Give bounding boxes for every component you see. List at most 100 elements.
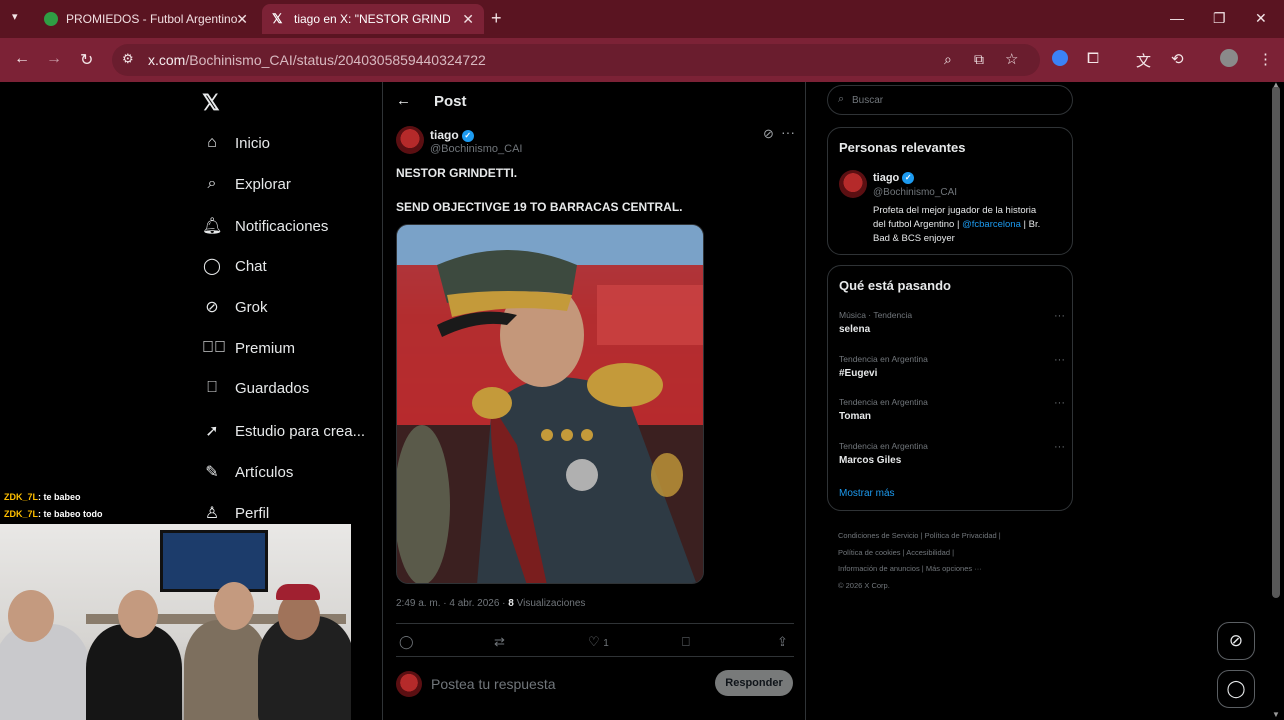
stream-chat-message: ZDK_7L: te babeo	[4, 492, 81, 502]
bookmark-star-icon[interactable]: ☆	[1005, 50, 1018, 68]
grok-floating-button[interactable]: ⊘	[1217, 622, 1255, 660]
grok-explain-icon[interactable]: ⊘	[763, 126, 774, 142]
author-handle[interactable]: @Bochinismo_CAI	[430, 143, 522, 155]
footer-link[interactable]: Política de Privacidad	[925, 531, 997, 540]
relevant-handle[interactable]: @Bochinismo_CAI	[873, 187, 957, 198]
tab-promiedos[interactable]: PROMIEDOS - Futbol Argentino ✕	[34, 4, 258, 34]
search-icon: ⌕	[838, 93, 845, 105]
menu-icon[interactable]: ⋮	[1258, 50, 1273, 68]
scroll-up-icon[interactable]: ▲	[1272, 80, 1280, 89]
close-window-icon[interactable]: ✕	[1255, 10, 1267, 27]
grok-icon: ⊘	[205, 299, 219, 316]
footer-link[interactable]: Más opciones ···	[926, 564, 982, 573]
zoom-icon[interactable]: ⌕	[944, 51, 952, 68]
nav-item-explorar[interactable]: ⌕ Explorar	[202, 175, 291, 193]
trend-more-icon[interactable]: ···	[1054, 310, 1065, 322]
x-logo-icon[interactable]: 𝕏	[202, 90, 220, 116]
tab-list-chevron-icon[interactable]: ▾	[12, 10, 18, 23]
footer-link[interactable]: Política de cookies	[838, 548, 901, 557]
author-avatar[interactable]	[396, 126, 424, 154]
person	[86, 624, 182, 720]
footer-link[interactable]: Información de anuncios	[838, 564, 920, 573]
footer-link[interactable]: Condiciones de Servicio	[838, 531, 918, 540]
home-icon: ⌂	[207, 134, 217, 151]
new-tab-icon[interactable]: +	[491, 8, 502, 29]
more-options-icon[interactable]: ···	[781, 124, 795, 140]
person-head	[8, 590, 54, 642]
restore-icon[interactable]: ❐	[1213, 10, 1226, 27]
reply-icon[interactable]: ◯	[399, 634, 414, 650]
browser-toolbar: ← → ↻ ⚙ x.com/Bochinismo_CAI/status/2040…	[0, 38, 1284, 82]
nav-item-premium[interactable]: ✓⃝ Premium	[202, 339, 295, 357]
share-icon[interactable]: ⇪	[777, 634, 788, 650]
x-favicon-icon: 𝕏	[272, 11, 283, 26]
address-bar[interactable]: ⚙ x.com/Bochinismo_CAI/status/2040305859…	[112, 44, 1040, 76]
trend-more-icon[interactable]: ···	[1054, 397, 1065, 409]
person-head	[214, 582, 254, 630]
post-text-line-1: NESTOR GRINDETTI.	[396, 166, 518, 180]
verified-badge-icon: ✓	[461, 129, 474, 142]
url-text: x.com/Bochinismo_CAI/status/204030585944…	[148, 52, 486, 68]
trend-item[interactable]: Tendencia en Argentina #Eugevi ···	[839, 354, 1065, 379]
reply-input[interactable]: Postea tu respuesta	[431, 676, 556, 692]
nav-item-perfil[interactable]: ♙ Perfil	[202, 503, 269, 523]
history-icon[interactable]: ⟲	[1171, 50, 1184, 68]
tab-title: tiago en X: "NESTOR GRINDETTI.	[294, 12, 450, 26]
relevant-name[interactable]: tiago ✓	[873, 172, 915, 185]
bio-mention-link[interactable]: @fcbarcelona	[962, 219, 1021, 230]
nav-item-articulos[interactable]: ✎ Artículos	[202, 462, 293, 482]
bookmark-icon: ⎕	[207, 379, 217, 396]
install-app-icon[interactable]: ⧉	[974, 51, 984, 68]
nav-item-estudio[interactable]: ➚ Estudio para crea...	[202, 421, 365, 441]
rocket-icon: ➚	[205, 423, 219, 440]
back-icon[interactable]: ←	[14, 50, 30, 68]
profile-avatar-icon[interactable]	[1220, 49, 1238, 67]
site-info-icon[interactable]: ⚙	[122, 51, 134, 67]
bookmark-post-icon[interactable]: ⎕	[682, 634, 690, 650]
trend-more-icon[interactable]: ···	[1054, 441, 1065, 453]
post-image[interactable]	[396, 224, 704, 584]
post-column: ← Post tiago ✓ @Bochinismo_CAI ⊘ ··· NEST…	[382, 82, 806, 720]
nav-item-guardados[interactable]: ⎕ Guardados	[202, 379, 309, 397]
translate-icon[interactable]: 文	[1136, 50, 1151, 71]
nav-item-chat[interactable]: ◯ Chat	[202, 256, 267, 276]
extensions-puzzle-icon[interactable]: ⧠	[1087, 50, 1099, 67]
copyright: © 2026 X Corp.	[838, 580, 890, 590]
nav-item-inicio[interactable]: ⌂ Inicio	[202, 134, 270, 152]
footer-link[interactable]: Accesibilidad	[906, 548, 950, 557]
reply-avatar	[396, 671, 422, 697]
divider	[396, 623, 794, 624]
show-more-link[interactable]: Mostrar más	[839, 488, 895, 499]
scroll-down-icon[interactable]: ▼	[1272, 710, 1280, 719]
extension-blue-icon[interactable]	[1052, 50, 1068, 66]
scrollbar[interactable]	[1272, 86, 1280, 598]
footer-links: Condiciones de Servicio | Política de Pr…	[838, 528, 1068, 594]
like-button[interactable]: ♡ 1	[588, 634, 609, 650]
reply-button[interactable]: Responder	[715, 670, 793, 696]
views-count: 8	[508, 598, 514, 609]
trend-item[interactable]: Tendencia en Argentina Toman ···	[839, 397, 1065, 422]
trend-more-icon[interactable]: ···	[1054, 354, 1065, 366]
tab-x-post[interactable]: 𝕏 tiago en X: "NESTOR GRINDETTI. ✕	[262, 4, 484, 34]
back-arrow-icon[interactable]: ←	[396, 92, 411, 109]
trend-item[interactable]: Música · Tendencia selena ···	[839, 310, 1065, 335]
nav-item-notificaciones[interactable]: 🔔︎ Notificaciones	[202, 216, 328, 236]
forward-icon[interactable]: →	[46, 50, 62, 68]
trend-item[interactable]: Tendencia en Argentina Marcos Giles ···	[839, 441, 1065, 466]
relevant-bio: Profeta del mejor jugador de la historia…	[873, 205, 1041, 244]
close-tab-icon[interactable]: ✕	[462, 11, 474, 28]
author-name[interactable]: tiago ✓	[430, 128, 474, 142]
trends-card: Qué está pasando Música · Tendencia sele…	[827, 265, 1073, 511]
messages-floating-button[interactable]: ◯	[1217, 670, 1255, 708]
relevant-avatar[interactable]	[839, 170, 867, 198]
promiedos-favicon-icon	[44, 12, 58, 26]
search-input[interactable]: ⌕ Buscar	[827, 85, 1073, 115]
post-text-line-2: SEND OBJECTIVGE 19 TO BARRACAS CENTRAL.	[396, 200, 683, 214]
close-tab-icon[interactable]: ✕	[236, 11, 248, 28]
minimize-icon[interactable]: —	[1170, 10, 1184, 26]
repost-icon[interactable]: ⇄	[494, 634, 505, 650]
nav-item-grok[interactable]: ⊘ Grok	[202, 297, 267, 317]
reload-icon[interactable]: ↻	[80, 50, 93, 70]
grok-icon: ⊘	[1228, 631, 1244, 650]
trends-title: Qué está pasando	[839, 278, 951, 293]
